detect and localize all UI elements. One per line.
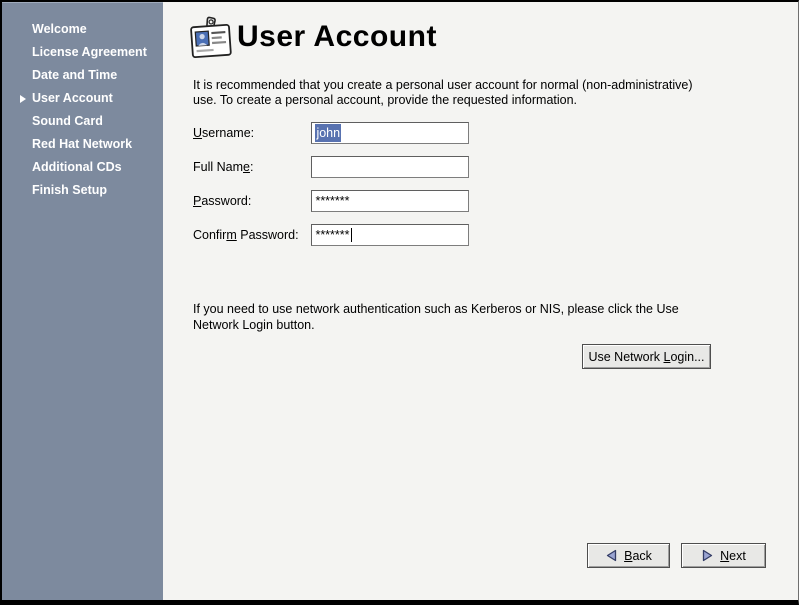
sidebar-item-label: Sound Card xyxy=(32,114,103,128)
sidebar-item-welcome[interactable]: Welcome xyxy=(2,18,163,41)
sidebar-item-label: License Agreement xyxy=(32,45,147,59)
text-caret xyxy=(351,228,353,242)
current-step-arrow-icon xyxy=(20,95,26,103)
wizard-steps-sidebar: Welcome License Agreement Date and Time … xyxy=(2,2,163,600)
sidebar-item-additional-cds[interactable]: Additional CDs xyxy=(2,156,163,179)
setup-wizard-window: Welcome License Agreement Date and Time … xyxy=(0,0,799,605)
id-badge-icon xyxy=(189,16,233,64)
next-label: Next xyxy=(720,549,746,563)
page-title: User Account xyxy=(237,20,437,54)
back-label: Back xyxy=(624,549,652,563)
sidebar-item-license-agreement[interactable]: License Agreement xyxy=(2,41,163,64)
main-pane: User Account It is recommended that you … xyxy=(163,2,798,600)
use-network-login-label: Use Network Login... xyxy=(588,350,704,364)
use-network-login-button[interactable]: Use Network Login... xyxy=(582,344,711,369)
password-label: Password: xyxy=(193,190,307,212)
intro-text: It is recommended that you create a pers… xyxy=(193,78,705,108)
sidebar-item-date-and-time[interactable]: Date and Time xyxy=(2,64,163,87)
sidebar-item-finish-setup[interactable]: Finish Setup xyxy=(2,179,163,202)
selected-text: john xyxy=(315,124,341,142)
sidebar-item-label: Date and Time xyxy=(32,68,117,82)
sidebar-item-label: Welcome xyxy=(32,22,87,36)
back-button[interactable]: Back xyxy=(587,543,670,568)
sidebar-item-label: Finish Setup xyxy=(32,183,107,197)
sidebar-item-label: Red Hat Network xyxy=(32,137,132,151)
password-input[interactable]: ******* xyxy=(311,190,469,212)
network-auth-hint: If you need to use network authenticatio… xyxy=(193,302,693,333)
full-name-input[interactable] xyxy=(311,156,469,178)
arrow-left-icon xyxy=(605,549,618,562)
confirm-password-field-row: Confirm Password: ******* xyxy=(193,224,469,246)
confirm-password-label: Confirm Password: xyxy=(193,224,307,246)
full-name-field-row: Full Name: xyxy=(193,156,469,178)
next-button[interactable]: Next xyxy=(681,543,766,568)
sidebar-item-user-account[interactable]: User Account xyxy=(2,87,163,110)
sidebar-item-red-hat-network[interactable]: Red Hat Network xyxy=(2,133,163,156)
username-field-row: Username: john xyxy=(193,122,469,144)
sidebar-item-label: Additional CDs xyxy=(32,160,122,174)
sidebar-item-label: User Account xyxy=(32,91,113,105)
confirm-password-input[interactable]: ******* xyxy=(311,224,469,246)
username-label: Username: xyxy=(193,122,307,144)
password-field-row: Password: ******* xyxy=(193,190,469,212)
arrow-right-icon xyxy=(701,549,714,562)
full-name-label: Full Name: xyxy=(193,156,307,178)
username-input[interactable]: john xyxy=(311,122,469,144)
sidebar-item-sound-card[interactable]: Sound Card xyxy=(2,110,163,133)
